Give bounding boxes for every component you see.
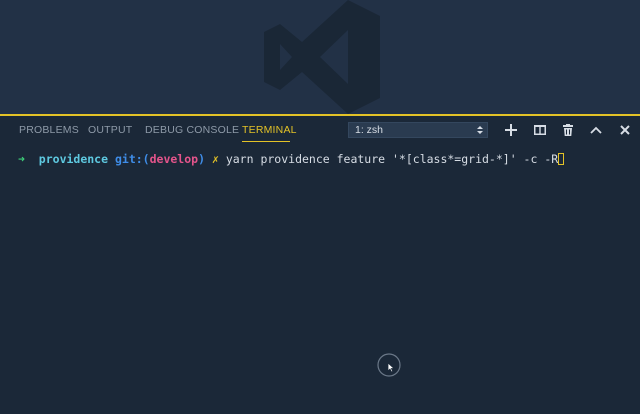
mouse-pointer-icon	[377, 353, 401, 377]
prompt-git-suffix: )	[198, 152, 206, 166]
editor-area	[0, 0, 640, 114]
prompt-host: providence	[38, 152, 109, 166]
prompt-branch: develop	[149, 152, 199, 166]
tab-terminal[interactable]: TERMINAL	[242, 124, 297, 136]
split-terminal-icon[interactable]	[533, 123, 547, 137]
prompt-git-prefix: git:(	[114, 152, 150, 166]
tab-output[interactable]: OUTPUT	[88, 124, 132, 136]
terminal-output[interactable]: ➜ providence git:(develop) ✗ yarn provid…	[18, 152, 565, 166]
active-tab-indicator	[242, 141, 290, 142]
trash-icon[interactable]	[561, 123, 575, 137]
terminal-command: yarn providence feature '*[class*=grid-*…	[225, 152, 559, 166]
tab-debug-console[interactable]: DEBUG CONSOLE	[145, 124, 239, 136]
terminal-cursor	[558, 153, 565, 165]
terminal-select-value: 1: zsh	[355, 124, 384, 136]
terminal-panel: PROBLEMS OUTPUT DEBUG CONSOLE TERMINAL 1…	[0, 116, 640, 414]
tab-problems[interactable]: PROBLEMS	[19, 124, 79, 136]
vscode-logo-icon	[264, 0, 380, 114]
plus-icon[interactable]	[504, 123, 518, 137]
panel-tabs: PROBLEMS OUTPUT DEBUG CONSOLE TERMINAL 1…	[0, 116, 640, 146]
close-icon[interactable]	[618, 123, 632, 137]
prompt-dirty-marker: ✗	[211, 152, 219, 166]
chevron-up-icon[interactable]	[589, 123, 603, 137]
select-arrows-icon	[477, 126, 483, 134]
terminal-select[interactable]: 1: zsh	[348, 122, 488, 138]
prompt-arrow: ➜	[18, 152, 25, 166]
